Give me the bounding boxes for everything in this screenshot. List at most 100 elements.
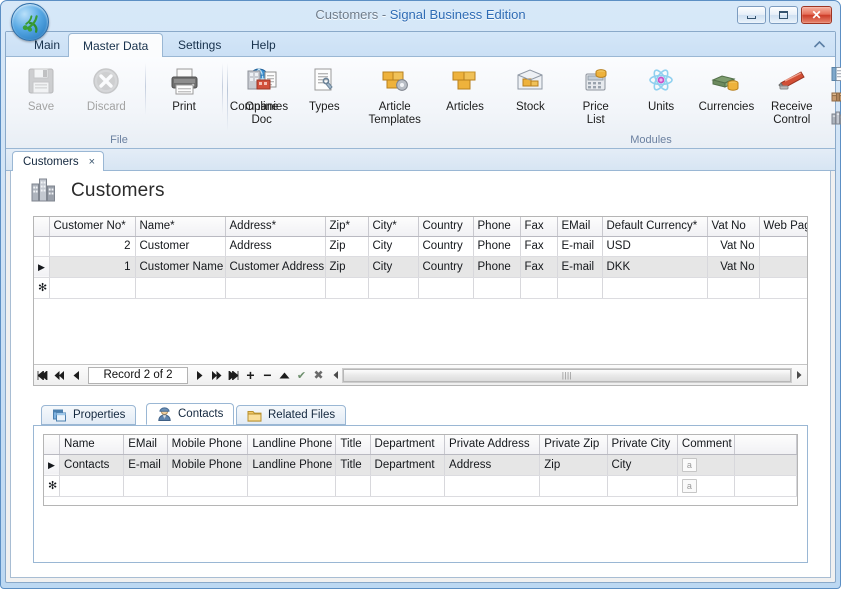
column-header[interactable]: Title	[335, 435, 371, 455]
grid-cell[interactable]: Mobile Phone	[167, 454, 249, 476]
column-header[interactable]: EMail	[123, 435, 168, 455]
ribbon-button-stock[interactable]: Stock	[499, 59, 561, 114]
last-record-button[interactable]	[225, 366, 242, 385]
grid-cell[interactable]: Vat No	[707, 236, 760, 257]
grid-cell[interactable]	[59, 475, 125, 497]
grid-cell[interactable]: 2	[49, 236, 136, 257]
grid-cell[interactable]	[49, 277, 136, 299]
column-header[interactable]: Department	[370, 435, 446, 455]
grid-cell[interactable]	[335, 475, 371, 497]
grid-cell[interactable]	[539, 475, 608, 497]
grid-cell[interactable]: USD	[602, 236, 708, 257]
grid-cell[interactable]	[759, 256, 807, 278]
grid-cell[interactable]	[444, 475, 541, 497]
ribbon-button-units[interactable]: Units	[630, 59, 692, 114]
grid-cell[interactable]: Address	[225, 236, 326, 257]
scroll-left-button[interactable]	[329, 368, 342, 383]
ribbon-button-customers[interactable]: Customers	[826, 107, 841, 129]
scrollbar-track[interactable]: ||||	[342, 367, 792, 383]
column-header[interactable]: Landline Phone	[247, 435, 337, 455]
column-header[interactable]: Name*	[135, 217, 226, 237]
grid-cell[interactable]: Customer Name	[135, 256, 226, 278]
grid-cell[interactable]	[734, 475, 797, 497]
ribbon-button-shipping-terms[interactable]: Shipping Terms	[826, 63, 841, 85]
grid-cell[interactable]: City	[368, 256, 419, 278]
next-record-button[interactable]	[191, 366, 208, 385]
memo-a-icon[interactable]: a	[681, 478, 697, 493]
grid-cell[interactable]	[734, 454, 797, 476]
grid-cell[interactable]: Zip	[539, 454, 608, 476]
grid-cell[interactable]	[225, 277, 326, 299]
grid-cell[interactable]	[759, 277, 807, 299]
grid-cell[interactable]	[759, 236, 807, 257]
contacts-grid[interactable]: Name EMail Mobile Phone Landline Phone Title…	[43, 434, 798, 506]
tab-properties[interactable]: Properties	[41, 405, 137, 425]
ribbon-button-articles[interactable]: Articles	[434, 59, 496, 114]
grid-cell[interactable]: Vat No	[707, 256, 760, 278]
ribbon-button-types[interactable]: Types	[293, 59, 355, 114]
insert-record-button[interactable]: +	[242, 366, 259, 385]
post-edit-button[interactable]: ✔	[293, 366, 310, 385]
grid-cell[interactable]: Country	[418, 236, 474, 257]
grid-cell[interactable]	[368, 277, 419, 299]
grid-cell[interactable]: City	[368, 236, 419, 257]
ribbon-tab-settings[interactable]: Settings	[164, 34, 235, 57]
column-header[interactable]: Address*	[225, 217, 326, 237]
ribbon-button-currencies[interactable]: Currencies	[695, 59, 757, 114]
ribbon-button-save[interactable]: Save	[10, 59, 72, 114]
grid-cell[interactable]: 1	[49, 256, 136, 278]
grid-cell[interactable]: Fax	[520, 236, 558, 257]
chevron-up-icon[interactable]	[811, 36, 827, 52]
grid-cell[interactable]: Zip	[325, 256, 369, 278]
grid-cell[interactable]: Phone	[473, 236, 521, 257]
grid-cell[interactable]	[247, 475, 337, 497]
prior-page-button[interactable]	[51, 366, 68, 385]
scrollbar-thumb[interactable]: ||||	[343, 368, 791, 382]
column-header[interactable]: EMail	[557, 217, 603, 237]
grid-cell[interactable]: Landline Phone	[247, 454, 337, 476]
ribbon-button-article-templates[interactable]: Article Templates	[359, 59, 431, 126]
tab-contacts[interactable]: Contacts	[146, 403, 235, 425]
column-header[interactable]: Mobile Phone	[167, 435, 249, 455]
contacts-row[interactable]: ▶ Contacts E-mail Mobile Phone Landline Phon…	[44, 454, 797, 476]
prior-record-button[interactable]	[68, 366, 85, 385]
new-row-marker[interactable]: ✻	[44, 475, 61, 497]
grid-cell[interactable]: Fax	[520, 256, 558, 278]
edit-record-button[interactable]	[276, 366, 293, 385]
next-page-button[interactable]	[208, 366, 225, 385]
first-record-button[interactable]	[34, 366, 51, 385]
grid-cell[interactable]: E-mail	[557, 256, 603, 278]
row-selector-cell[interactable]: ▶	[44, 454, 61, 476]
column-header[interactable]: Customer No*	[49, 217, 136, 237]
column-header[interactable]: Private City	[607, 435, 678, 455]
column-header[interactable]: Vat No	[707, 217, 760, 237]
grid-cell[interactable]	[707, 277, 760, 299]
ribbon-button-suppliers[interactable]: Suppliers	[826, 85, 841, 107]
ribbon-button-discard[interactable]: Discard	[75, 59, 137, 114]
grid-cell[interactable]: Title	[335, 454, 371, 476]
grid-cell[interactable]	[370, 475, 446, 497]
column-header[interactable]	[734, 435, 797, 455]
grid-cell[interactable]: a	[677, 454, 735, 476]
grid-cell[interactable]	[123, 475, 168, 497]
column-header[interactable]: City*	[368, 217, 419, 237]
grid-cell[interactable]: E-mail	[123, 454, 168, 476]
close-button[interactable]: ✕	[801, 6, 832, 24]
tab-related-files[interactable]: Related Files	[236, 405, 347, 425]
grid-cell[interactable]: City	[607, 454, 678, 476]
ribbon-button-receive-control[interactable]: Receive Control	[761, 59, 823, 126]
customers-row[interactable]: 2 Customer Address Zip City Country Phone Fax E-…	[34, 236, 807, 257]
document-tab-customers[interactable]: Customers ×	[12, 151, 105, 172]
column-header[interactable]: Comment	[677, 435, 735, 455]
customers-grid[interactable]: Customer No* Name* Address* Zip* City* Countr…	[33, 216, 808, 386]
grid-cell[interactable]: Zip	[325, 236, 369, 257]
grid-cell[interactable]: Country	[418, 256, 474, 278]
column-header[interactable]: Fax	[520, 217, 558, 237]
column-header[interactable]: Name	[59, 435, 125, 455]
grid-cell[interactable]	[418, 277, 474, 299]
customers-row[interactable]: ▶ 1 Customer Name Customer Address Zip City Co…	[34, 256, 807, 278]
grid-cell[interactable]	[607, 475, 678, 497]
grid-cell[interactable]	[602, 277, 708, 299]
cancel-edit-button[interactable]: ✖	[310, 366, 327, 385]
row-selector-cell[interactable]: ▶	[34, 256, 50, 278]
